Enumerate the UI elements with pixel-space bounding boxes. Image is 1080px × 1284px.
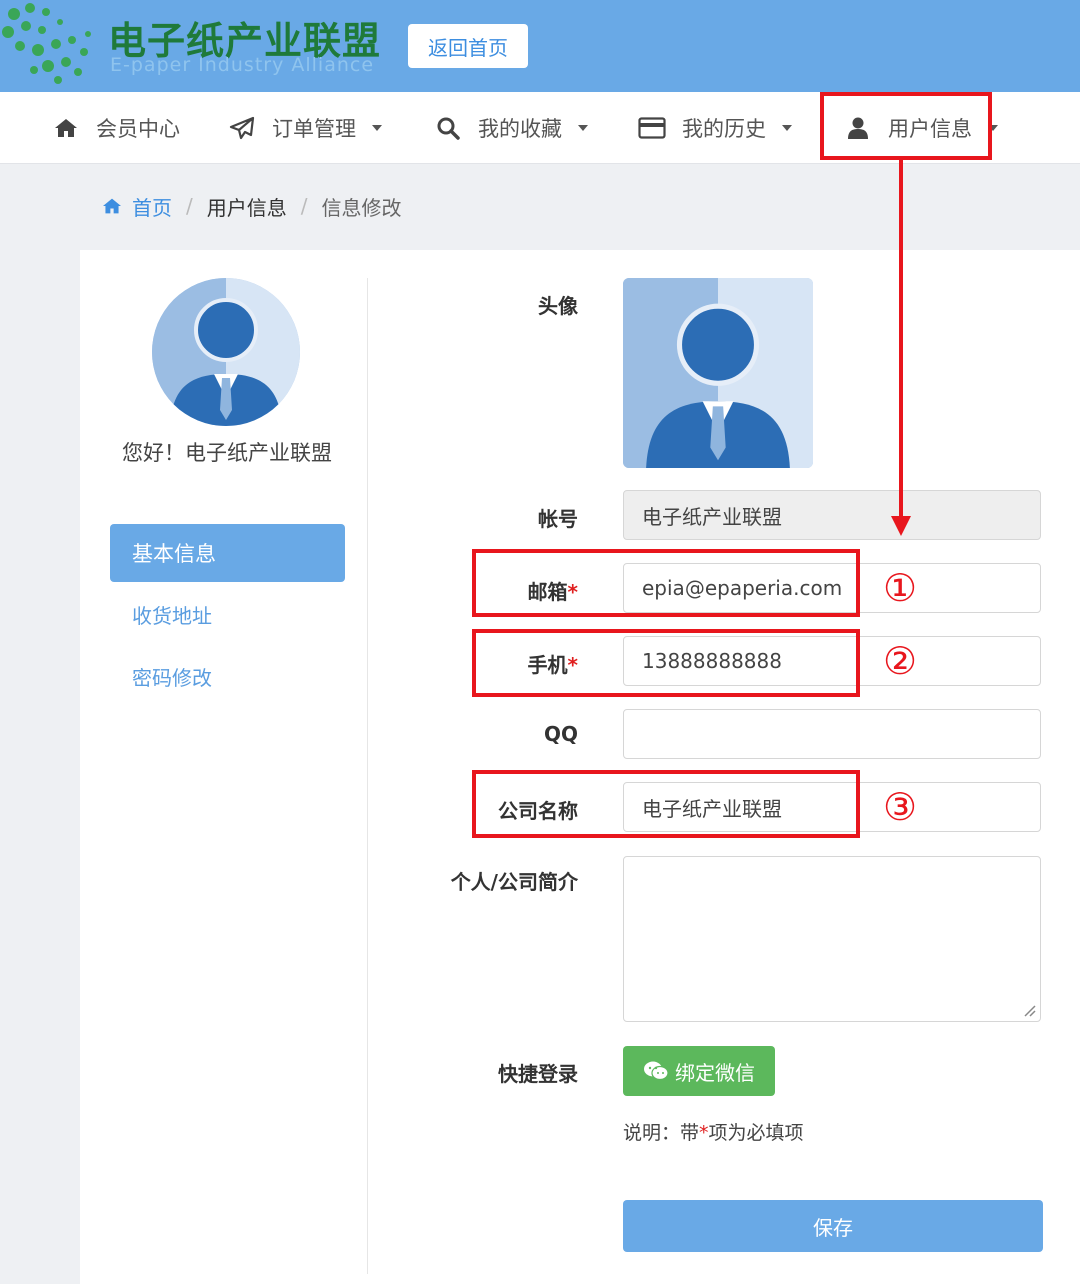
breadcrumb: 首页 / 用户信息 / 信息修改 (102, 190, 402, 222)
bind-wechat-button[interactable]: 绑定微信 (623, 1046, 775, 1096)
chevron-down-icon (372, 125, 382, 131)
avatar (152, 278, 300, 426)
annotation-box-company (472, 770, 860, 838)
breadcrumb-home-label: 首页 (132, 195, 172, 220)
intro-textarea[interactable] (623, 856, 1041, 1022)
note-star: * (699, 1122, 709, 1144)
annotation-box-user-info (820, 92, 992, 160)
avatar-label: 头像 (538, 294, 578, 318)
annotation-box-phone (472, 629, 860, 697)
logo-icon (2, 3, 91, 84)
nav-label: 我的收藏 (478, 117, 562, 141)
required-note: 说明：带*项为必填项 (623, 1118, 804, 1145)
quick-login-label: 快捷登录 (498, 1062, 578, 1086)
account-label: 帐号 (538, 507, 578, 531)
breadcrumb-separator: / (300, 194, 308, 218)
nav-label: 会员中心 (96, 117, 180, 141)
nav-label: 订单管理 (272, 117, 356, 141)
annotation-marker-1: ① (882, 566, 918, 610)
save-button[interactable]: 保存 (623, 1200, 1043, 1252)
nav-item-favorites[interactable]: 我的收藏 (434, 92, 588, 164)
qq-label: QQ (543, 722, 578, 746)
site-header: 电子纸产业联盟 E-paper Industry Alliance 返回首页 (0, 0, 1080, 92)
breadcrumb-home[interactable]: 首页 (102, 192, 172, 221)
wechat-icon (643, 1060, 669, 1082)
breadcrumb-current: 信息修改 (321, 195, 402, 220)
nav-item-orders[interactable]: 订单管理 (228, 92, 382, 164)
annotation-arrow-head (891, 516, 911, 536)
credit-card-icon (638, 114, 666, 142)
sidebar-divider (367, 278, 368, 1274)
sidebar-item-basic-info[interactable]: 基本信息 (110, 524, 345, 582)
user-avatar-icon (623, 278, 813, 468)
account-field: 电子纸产业联盟 (623, 490, 1041, 540)
search-icon (434, 114, 462, 142)
note-suffix: 项为必填项 (708, 1122, 804, 1144)
intro-label: 个人/公司简介 (450, 870, 578, 894)
logo-subtitle: E-paper Industry Alliance (110, 54, 375, 76)
sidebar-item-password-change[interactable]: 密码修改 (132, 662, 212, 691)
nav-item-member-center[interactable]: 会员中心 (52, 92, 180, 164)
nav-label: 我的历史 (682, 117, 766, 141)
breadcrumb-user-info[interactable]: 用户信息 (207, 192, 287, 221)
user-avatar-icon (152, 278, 300, 426)
bind-wechat-label: 绑定微信 (675, 1060, 755, 1085)
back-home-button[interactable]: 返回首页 (408, 24, 528, 68)
annotation-marker-3: ③ (882, 785, 918, 829)
home-icon (52, 114, 80, 142)
qq-field[interactable] (623, 709, 1041, 759)
breadcrumb-separator: / (186, 194, 193, 218)
sidebar-item-shipping-address[interactable]: 收货地址 (132, 600, 212, 629)
avatar-upload[interactable] (623, 278, 813, 468)
paper-plane-icon (228, 114, 256, 142)
chevron-down-icon (782, 125, 792, 131)
nav-item-history[interactable]: 我的历史 (638, 92, 792, 164)
chevron-down-icon (578, 125, 588, 131)
greeting-text: 您好！电子纸产业联盟 (122, 441, 332, 465)
annotation-arrow-line (899, 158, 903, 520)
annotation-box-email (472, 549, 860, 617)
note-prefix: 说明：带 (623, 1122, 700, 1144)
annotation-marker-2: ② (882, 639, 918, 683)
resize-handle-icon[interactable] (1022, 1003, 1036, 1017)
home-icon (103, 198, 121, 214)
